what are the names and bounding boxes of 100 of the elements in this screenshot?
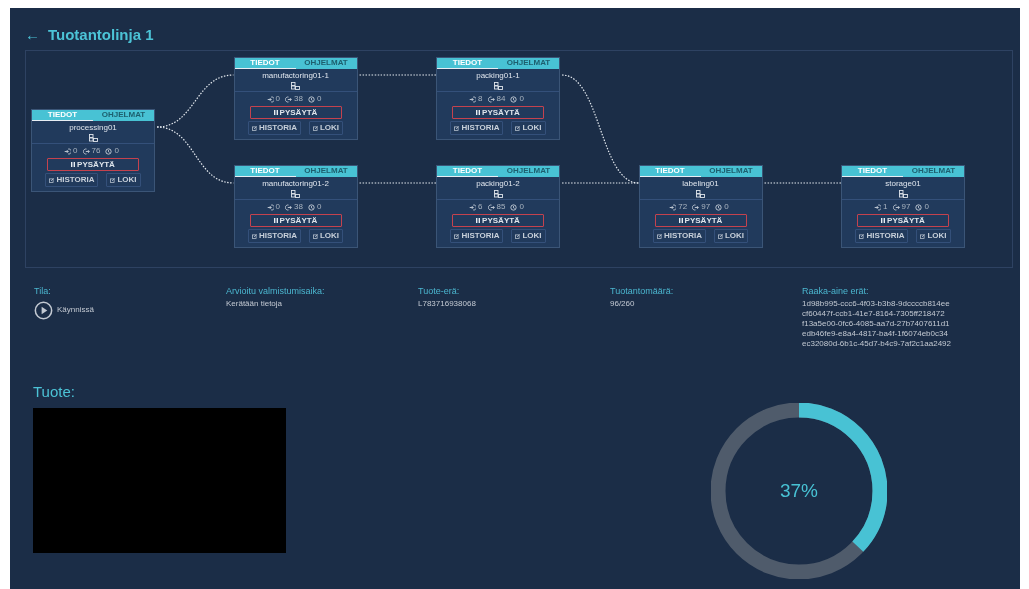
edit-icon bbox=[313, 125, 318, 131]
exit-icon bbox=[892, 203, 900, 211]
pause-button[interactable]: PYSÄYTÄ bbox=[654, 214, 747, 227]
counter-value: 0 bbox=[316, 94, 322, 104]
pause-icon bbox=[71, 162, 76, 167]
history-button[interactable]: HISTORIA bbox=[45, 173, 99, 187]
edit-icon bbox=[656, 233, 662, 239]
clock-icon bbox=[510, 95, 518, 103]
log-button[interactable]: LOKI bbox=[916, 229, 951, 243]
history-button[interactable]: HISTORIA bbox=[450, 121, 504, 135]
edit-icon bbox=[859, 233, 865, 239]
node-name: manufactoring01-1 bbox=[262, 71, 329, 80]
section-title: Tuote: bbox=[33, 382, 76, 402]
node-tab[interactable]: OHJELMAT bbox=[93, 110, 154, 121]
node-tab[interactable]: OHJELMAT bbox=[498, 58, 559, 69]
clock-icon bbox=[510, 203, 518, 211]
node-tab[interactable]: OHJELMAT bbox=[498, 166, 559, 177]
node-name: storage01 bbox=[885, 179, 921, 188]
node-name: processing01 bbox=[69, 123, 117, 132]
log-button[interactable]: LOKI bbox=[511, 229, 546, 243]
edit-icon bbox=[454, 125, 460, 131]
node-tab[interactable]: OHJELMAT bbox=[295, 166, 357, 177]
pause-button[interactable]: PYSÄYTÄ bbox=[249, 106, 342, 119]
counter-value: 76 bbox=[91, 146, 101, 156]
edit-icon bbox=[454, 233, 460, 239]
exit-icon bbox=[82, 147, 90, 155]
enter-icon bbox=[266, 203, 274, 211]
counter-value: 6 bbox=[478, 202, 483, 212]
field-value: f13a5e00-0fc6-4085-aa7d-27b7407611d1 bbox=[802, 318, 951, 329]
counter-value: 8 bbox=[478, 94, 483, 104]
log-button[interactable]: LOKI bbox=[309, 229, 344, 243]
log-button[interactable]: LOKI bbox=[511, 121, 546, 135]
edit-icon bbox=[515, 233, 521, 239]
pause-icon bbox=[476, 218, 481, 223]
status-text: Käynnissä bbox=[57, 305, 94, 315]
field-label: Tuotantomäärä: bbox=[610, 285, 675, 298]
field-value: cf60447f-ccb1-41e7-8164-7305ff218472 bbox=[802, 308, 946, 319]
history-button[interactable]: HISTORIA bbox=[450, 229, 504, 243]
exit-icon bbox=[692, 203, 700, 211]
counter-value: 0 bbox=[316, 202, 322, 212]
counter-value: 38 bbox=[294, 94, 303, 104]
exit-icon bbox=[285, 95, 293, 103]
history-button[interactable]: HISTORIA bbox=[247, 121, 301, 135]
enter-icon bbox=[64, 147, 72, 155]
exit-icon bbox=[487, 203, 495, 211]
field-value: edb46fe9-e8a4-4817-ba4f-1f6074eb0c34 bbox=[802, 328, 949, 339]
enter-icon bbox=[669, 203, 677, 211]
counter-value: 1 bbox=[883, 202, 888, 212]
server-icon bbox=[696, 189, 705, 198]
counter-value: 0 bbox=[519, 94, 524, 104]
history-button[interactable]: HISTORIA bbox=[247, 229, 301, 243]
enter-icon bbox=[469, 203, 477, 211]
node-tab[interactable]: OHJELMAT bbox=[295, 58, 357, 69]
field-value: 1d98b995-ccc6-4f03-b3b8-9dccccb814ee bbox=[802, 298, 951, 309]
exit-icon bbox=[285, 203, 293, 211]
server-icon bbox=[88, 133, 98, 142]
pause-icon bbox=[273, 218, 278, 223]
clock-icon bbox=[715, 203, 723, 211]
clock-icon bbox=[307, 203, 315, 211]
field-value: 96/260 bbox=[610, 298, 636, 309]
field-label: Raaka-aine erät: bbox=[802, 285, 870, 298]
node-tab[interactable]: OHJELMAT bbox=[700, 166, 762, 177]
server-icon bbox=[291, 189, 300, 198]
log-button[interactable]: LOKI bbox=[714, 229, 749, 243]
enter-icon bbox=[874, 203, 882, 211]
node-tab[interactable]: OHJELMAT bbox=[903, 166, 964, 177]
node-name: packing01-2 bbox=[476, 179, 520, 188]
counter-value: 84 bbox=[496, 94, 506, 104]
node-name: manufactoring01-2 bbox=[262, 179, 329, 188]
pause-button[interactable]: PYSÄYTÄ bbox=[452, 214, 544, 227]
pause-button[interactable]: PYSÄYTÄ bbox=[47, 158, 139, 171]
counter-value: 0 bbox=[275, 202, 281, 212]
edit-icon bbox=[251, 233, 257, 239]
log-button[interactable]: LOKI bbox=[106, 173, 141, 187]
node-name: labeling01 bbox=[682, 179, 719, 188]
field-label: Arvioitu valmistumisaika: bbox=[226, 285, 326, 298]
edit-icon bbox=[920, 233, 926, 239]
node-name: packing01-1 bbox=[476, 71, 520, 80]
log-button[interactable]: LOKI bbox=[309, 121, 344, 135]
pause-icon bbox=[881, 218, 886, 223]
pause-button[interactable]: PYSÄYTÄ bbox=[857, 214, 949, 227]
server-icon bbox=[493, 189, 503, 198]
history-button[interactable]: HISTORIA bbox=[855, 229, 909, 243]
back-arrow[interactable]: ← bbox=[25, 23, 40, 47]
clock-icon bbox=[915, 203, 923, 211]
enter-icon bbox=[469, 95, 477, 103]
pause-icon bbox=[273, 110, 278, 115]
counter-value: 0 bbox=[924, 202, 929, 212]
history-button[interactable]: HISTORIA bbox=[652, 229, 706, 243]
pause-button[interactable]: PYSÄYTÄ bbox=[249, 214, 342, 227]
field-value: L783716938068 bbox=[418, 298, 477, 309]
counter-value: 0 bbox=[724, 202, 729, 212]
server-icon bbox=[898, 189, 908, 198]
progress-percent: 37% bbox=[780, 478, 818, 503]
exit-icon bbox=[487, 95, 495, 103]
pause-button[interactable]: PYSÄYTÄ bbox=[452, 106, 544, 119]
counter-value: 85 bbox=[496, 202, 506, 212]
clock-icon bbox=[105, 147, 113, 155]
field-value: ec32080d-6b1c-45d7-b4c9-7af2c1aa2492 bbox=[802, 338, 952, 349]
counter-value: 0 bbox=[275, 94, 281, 104]
